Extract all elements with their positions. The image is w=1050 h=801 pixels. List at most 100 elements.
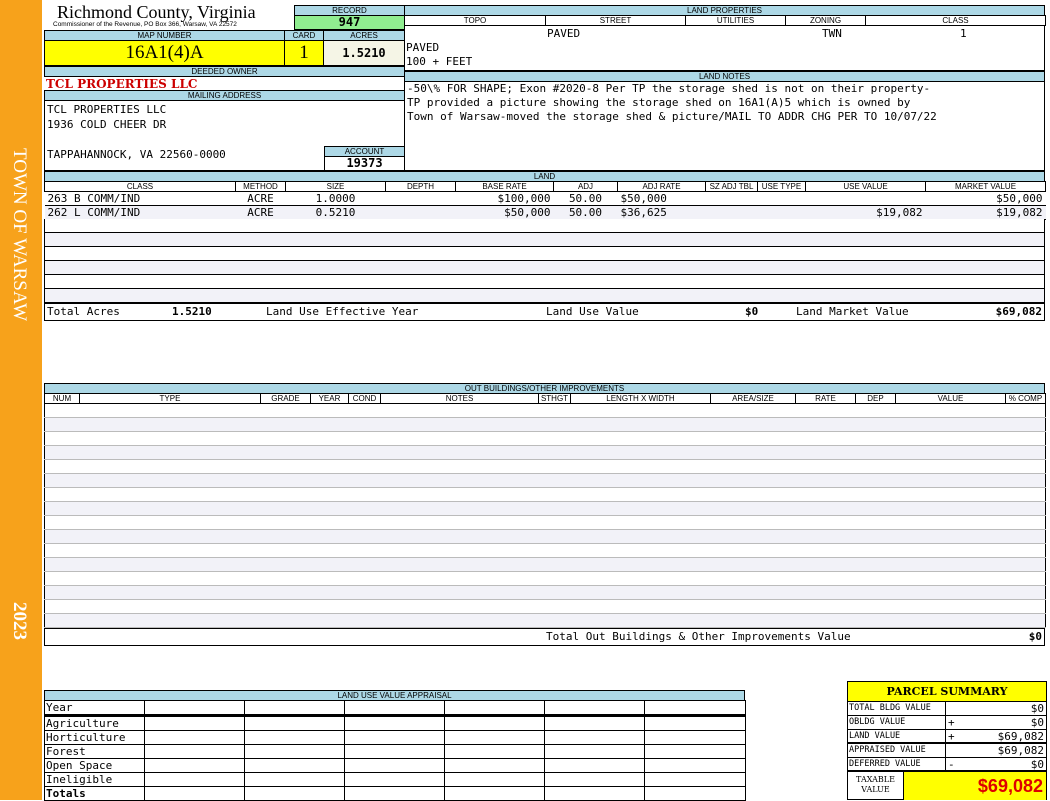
- cell: [795, 529, 856, 544]
- cell: [44, 529, 80, 544]
- cell: [44, 613, 80, 628]
- row-label: Ineligible: [44, 772, 145, 787]
- use-value-label: Land Use Value: [546, 305, 639, 318]
- cell: [260, 487, 311, 502]
- value-cell: [344, 700, 445, 717]
- cell: [310, 557, 349, 572]
- cell: [895, 585, 1006, 600]
- cell: [538, 431, 571, 446]
- value-cell: [444, 744, 545, 759]
- cell: [795, 403, 856, 418]
- land-note-line: -50\% FOR SHAPE; Exon #2020-8 Per TP the…: [407, 82, 931, 95]
- cell: [570, 445, 711, 460]
- row-label: Open Space: [44, 758, 145, 773]
- summary-label: OBLDG VALUE: [848, 716, 946, 729]
- cell: [710, 417, 796, 432]
- cell-adj: 50.00: [553, 191, 618, 206]
- cell: [795, 599, 856, 614]
- land-empty-row: [44, 275, 1045, 289]
- value-cell: [444, 758, 545, 773]
- record-value: 947: [294, 15, 405, 30]
- value-cell: [144, 758, 245, 773]
- cell: [380, 529, 539, 544]
- cell: [855, 445, 896, 460]
- cell: [380, 557, 539, 572]
- cell: [1005, 459, 1046, 474]
- land-empty-row: [44, 261, 1045, 275]
- cell: [895, 529, 1006, 544]
- cell: [710, 543, 796, 558]
- map-number-value: 16A1(4)A: [44, 40, 285, 66]
- cell: [380, 403, 539, 418]
- cell: [79, 515, 261, 530]
- summary-label: DEFERRED VALUE: [848, 758, 946, 770]
- cell: [1005, 599, 1046, 614]
- cell: [895, 417, 1006, 432]
- summary-operator: +: [948, 730, 955, 743]
- totals-row: Totals: [44, 786, 746, 801]
- table-row: [44, 515, 1046, 530]
- mailing-line-1: TCL PROPERTIES LLC: [47, 103, 167, 116]
- cell: [538, 571, 571, 586]
- cell: [1005, 515, 1046, 530]
- table-row: [44, 613, 1046, 628]
- zoning-value: TWN: [822, 27, 842, 40]
- cell: [380, 543, 539, 558]
- cell-class: 262 L COMM/IND: [44, 205, 236, 220]
- street-value: PAVED: [547, 27, 581, 40]
- summary-row: OBLDG VALUE + $0: [848, 716, 1046, 730]
- summary-operator: -: [948, 758, 955, 771]
- cell: [79, 501, 261, 516]
- cell-market-value: $50,000: [925, 191, 1046, 206]
- value-cell: [244, 715, 345, 731]
- cell: [260, 585, 311, 600]
- cell: [795, 431, 856, 446]
- table-row: [44, 599, 1046, 614]
- cell: [1005, 571, 1046, 586]
- cell: [538, 557, 571, 572]
- col-dep: DEP: [855, 393, 896, 404]
- col-adj-rate: ADJ RATE: [617, 181, 706, 192]
- cell: [380, 417, 539, 432]
- value-cell: [644, 758, 746, 773]
- cell-size: 1.0000: [285, 191, 386, 206]
- cell: [570, 403, 711, 418]
- value-cell: [644, 786, 746, 801]
- value-cell: [644, 744, 746, 759]
- cell: [570, 417, 711, 432]
- cell: [348, 445, 381, 460]
- cell: [570, 585, 711, 600]
- cell-class: 263 B COMM/IND: [44, 191, 236, 206]
- table-row: [44, 459, 1046, 474]
- cell: [79, 417, 261, 432]
- value-cell: [244, 744, 345, 759]
- cell-adj-rate: $36,625: [617, 205, 706, 220]
- cell: [348, 501, 381, 516]
- col-use-value: USE VALUE: [805, 181, 926, 192]
- cell: [310, 501, 349, 516]
- cell: [538, 529, 571, 544]
- cell-market-value: $19,082: [925, 205, 1046, 220]
- cell: [710, 557, 796, 572]
- cell: [795, 571, 856, 586]
- value-cell: [444, 730, 545, 745]
- cell: [380, 445, 539, 460]
- cell: [538, 501, 571, 516]
- cell: [1005, 417, 1046, 432]
- land-table: CLASS METHOD SIZE DEPTH BASE RATE ADJ ADJ RATE…: [44, 181, 1046, 220]
- cell: [570, 459, 711, 474]
- cell: [348, 613, 381, 628]
- cell-size: 0.5210: [285, 205, 386, 220]
- cell: [895, 473, 1006, 488]
- cell: [895, 501, 1006, 516]
- cell: [380, 431, 539, 446]
- cell: [44, 403, 80, 418]
- value-cell: [544, 758, 645, 773]
- value-cell: [544, 715, 645, 731]
- cell: [855, 543, 896, 558]
- summary-operator: [946, 744, 960, 757]
- value-cell: [544, 700, 645, 717]
- cell: [44, 459, 80, 474]
- total-acres-label: Total Acres: [47, 305, 120, 318]
- sidebar: TOWN OF WARSAW 2023: [0, 0, 42, 800]
